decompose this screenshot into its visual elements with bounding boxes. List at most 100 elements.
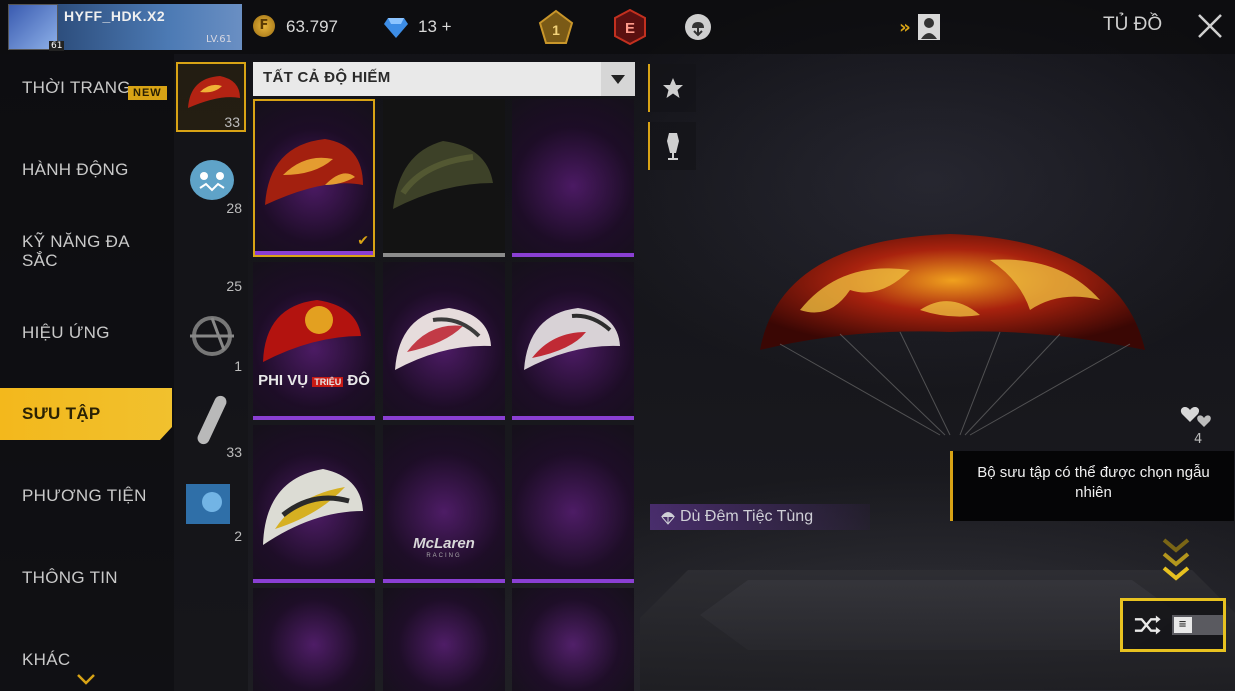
gold-coin-icon: F [253,15,275,37]
parachute-preview [760,234,1145,436]
rarity-bar [253,579,375,583]
item-cell-mclaren[interactable]: McLaren RACING [383,425,505,583]
mannequin-button[interactable] [648,122,696,170]
item-cell-party-night-parachute[interactable]: ✔ [253,99,375,257]
parachute-item-icon [265,139,363,205]
category-weapon-skin[interactable]: 25 [176,230,246,300]
category-parachute[interactable]: 33 [176,62,246,132]
gold-coin-value: 63.797 [286,17,338,36]
dropdown-toggle[interactable] [601,62,635,96]
phi-vu-word-b: TRIỆU [312,377,344,387]
item-cell-empty[interactable] [512,588,634,691]
sidebar-item-info[interactable]: THÔNG TIN [0,552,172,604]
elite-badge-letter: E [625,20,635,37]
pet-monster-icon [190,160,234,200]
category-count: 1 [234,358,242,374]
phi-vu-word-a: PHI VỤ [258,372,309,389]
rarity-bar [383,253,505,257]
random-collection-toggle[interactable]: ≡ [1120,598,1226,652]
rarity-bar [255,251,373,255]
banner-card-icon [186,484,230,524]
diamond-count: 13 [418,17,437,36]
category-count: 28 [226,200,242,216]
parachute-item-icon [393,141,493,209]
rarity-bar [512,579,634,583]
phi-vu-word-c: ĐÔ [347,372,370,389]
selected-item-name-text: Dù Đêm Tiệc Tùng [680,508,814,525]
category-count: 2 [234,528,242,544]
double-chevron-right-icon: » [899,16,911,38]
parachute-item-icon [524,308,620,370]
page-title: TỦ ĐỒ [1103,14,1163,35]
toggle-knob: ≡ [1173,617,1192,633]
emote-count: 4 [1194,432,1203,447]
mannequin-icon [667,133,679,160]
category-count: 33 [226,444,242,460]
sidebar-item-label: HÀNH ĐỘNG [22,159,129,179]
category-board[interactable]: 33 [176,390,246,460]
new-badge: NEW [128,86,167,100]
glider-wheel-icon [190,316,234,356]
sidebar-item-collection[interactable]: SƯU TẬP [0,388,172,440]
item-cell-gold-parachute[interactable] [253,425,375,583]
diamond-icon [384,18,408,38]
item-cell-empty[interactable] [512,425,634,583]
display-platform-inner [700,580,1180,650]
category-banner[interactable]: 2 [176,474,246,544]
sidebar-item-label: PHƯƠNG TIỆN [22,485,147,505]
item-cell-phi-vu-parachute[interactable]: PHI VỤ TRIỆU ĐÔ [253,262,375,420]
rarity-bar [512,416,634,420]
showcase-button[interactable]: » [890,8,950,46]
item-cell-empty[interactable] [512,99,634,257]
mclaren-racing-text: RACING [426,553,462,559]
rarity-filter-label: TẤT CẢ ĐỘ HIẾM [263,69,391,86]
close-icon [1198,14,1222,38]
sidebar-item-vehicles[interactable]: PHƯƠNG TIỆN [0,470,172,522]
chevron-down-icon[interactable] [76,673,96,685]
sidebar-item-label: THÔNG TIN [22,567,118,587]
elite-hexagon-icon: E [614,9,646,45]
item-cell-camo-parachute[interactable] [383,99,505,257]
caret-down-icon [611,74,625,84]
cloud-download-icon[interactable] [678,8,718,46]
character-card-icon [917,14,940,40]
selected-item-name: Dù Đêm Tiệc Tùng [650,504,870,530]
player-level: LV.61 [206,34,232,45]
sidebar-item-effects[interactable]: HIỆU ỨNG [0,307,172,359]
parachute-item-icon [263,300,361,362]
item-cell-empty[interactable] [253,588,375,691]
favorite-button[interactable] [648,64,696,112]
toggle-switch[interactable]: ≡ [1171,615,1223,635]
close-button[interactable] [1188,4,1232,48]
rank-badge-icon[interactable]: 1 [536,8,576,46]
phi-vu-logo: PHI VỤ TRIỆU ĐÔ [253,372,375,389]
sidebar-item-skills[interactable]: KỸ NĂNG ĐA SẮC [0,224,172,280]
sidebar-item-label: KỸ NĂNG ĐA SẮC [22,232,129,270]
category-count: 25 [226,278,242,294]
parachute-thumbnail-icon [188,76,240,108]
equipped-check-icon: ✔ [357,233,369,249]
rarity-filter-dropdown[interactable]: TẤT CẢ ĐỘ HIẾM [253,62,635,96]
rarity-bar [253,416,375,420]
sidebar-item-actions[interactable]: HÀNH ĐỘNG [0,144,172,196]
parachute-small-icon [661,512,675,525]
elite-pass-icon[interactable]: E [610,8,650,46]
star-icon [663,78,683,98]
item-cell-empty[interactable] [383,588,505,691]
item-cell-graffiti-parachute-b[interactable] [512,262,634,420]
parachute-item-icon [395,308,491,370]
item-cell-graffiti-parachute-a[interactable] [383,262,505,420]
skateboard-icon [197,395,227,445]
rank-crown-icon: 1 [538,9,574,44]
diamond-value[interactable]: 13 + [418,17,452,37]
avatar-level-badge: 61 [49,41,65,51]
player-avatar[interactable]: 61 [8,4,65,51]
rank-badge-number: 1 [552,22,560,38]
category-pet[interactable]: 28 [176,146,246,216]
rarity-bar [383,416,505,420]
diamond-plus-button[interactable]: + [442,17,452,36]
category-count: 33 [224,114,240,130]
category-glider[interactable]: 1 [176,304,246,374]
random-collection-tooltip: Bộ sưu tập có thể được chọn ngẫu nhiên [950,451,1234,521]
mclaren-logo: McLaren [413,535,475,552]
